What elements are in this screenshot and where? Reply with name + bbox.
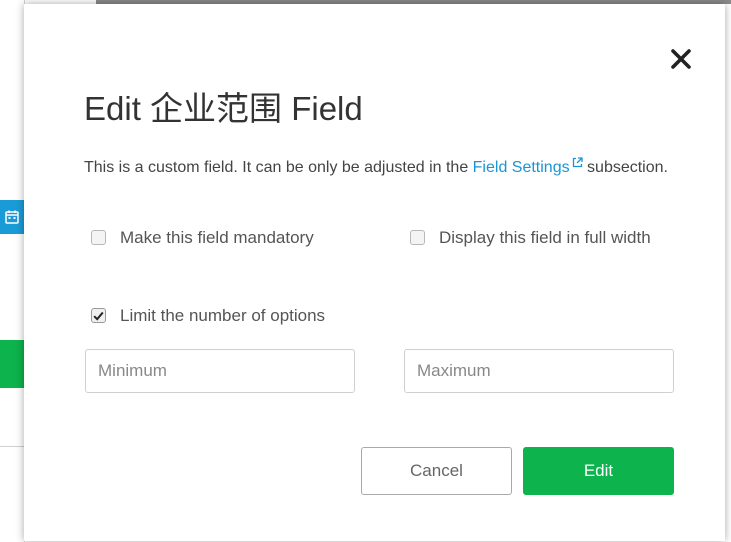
full-width-checkbox[interactable] [410, 230, 425, 245]
limit-options-option[interactable]: Limit the number of options [91, 301, 411, 331]
field-settings-link[interactable]: Field Settings [472, 157, 583, 176]
limit-options-label: Limit the number of options [120, 306, 326, 325]
full-width-label: Display this field in full width [439, 228, 651, 247]
mandatory-checkbox[interactable] [91, 230, 106, 245]
minimum-input[interactable] [85, 349, 355, 393]
external-link-icon [572, 157, 583, 168]
field-settings-link-label: Field Settings [472, 159, 570, 176]
checkmark-icon [93, 311, 104, 321]
full-width-option[interactable]: Display this field in full width [410, 223, 655, 253]
close-button[interactable] [664, 42, 698, 76]
background-green-button[interactable] [0, 340, 24, 388]
maximum-input[interactable] [404, 349, 674, 393]
edit-button[interactable]: Edit [523, 447, 674, 495]
help-text-suffix: subsection. [582, 159, 668, 176]
limit-options-checkbox[interactable] [91, 308, 106, 323]
modal-title: Edit 企业范围 Field [84, 90, 363, 127]
custom-field-help-text: This is a custom field. It can be only b… [84, 157, 684, 177]
calendar-icon-glyph [5, 210, 19, 224]
cancel-button[interactable]: Cancel [361, 447, 512, 495]
mandatory-label: Make this field mandatory [120, 228, 314, 247]
calendar-icon[interactable] [0, 200, 24, 234]
help-text-prefix: This is a custom field. It can be only b… [84, 159, 473, 176]
close-icon [671, 49, 691, 69]
background-lower-panel [0, 446, 25, 542]
mandatory-option[interactable]: Make this field mandatory [91, 223, 391, 253]
edit-field-modal: Edit 企业范围 Field This is a custom field. … [24, 4, 725, 541]
